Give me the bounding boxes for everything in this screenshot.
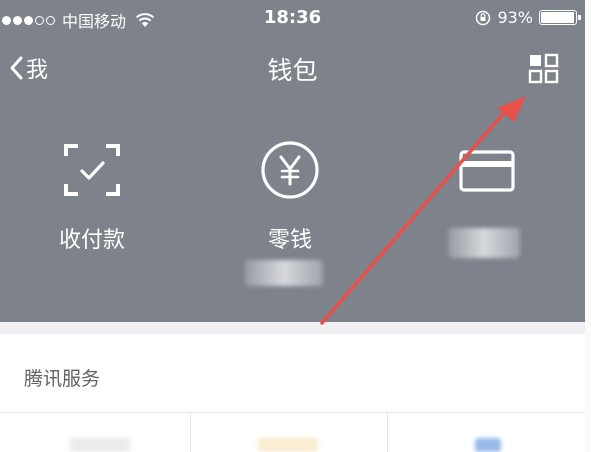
action-label: 收付款 <box>58 228 125 253</box>
scan-check-icon <box>64 144 120 196</box>
battery-level <box>541 12 575 23</box>
grid-divider <box>387 413 388 452</box>
battery-percent: 93% <box>497 8 533 27</box>
action-label: 零钱 <box>267 228 312 253</box>
section-title: 腾讯服务 <box>24 368 101 390</box>
divider <box>0 412 585 413</box>
battery-icon <box>539 10 581 25</box>
page-title: 钱包 <box>267 56 318 85</box>
action-change[interactable]: 零钱 <box>200 140 380 280</box>
tencent-services-card: 腾讯服务 <box>0 334 585 452</box>
action-bank-card[interactable] <box>397 140 577 280</box>
service-item-placeholder[interactable] <box>258 438 318 452</box>
wallet-screen: 中国移动 18:36 93% 我 钱包 收付款 零钱 腾讯服务 <box>0 0 585 452</box>
section-gap <box>0 322 585 334</box>
service-item-placeholder[interactable] <box>70 438 130 452</box>
action-receive-pay[interactable]: 收付款 <box>2 140 182 280</box>
grid-icon[interactable] <box>528 53 560 85</box>
bank-card-icon <box>459 150 515 192</box>
status-right: 93% <box>475 8 581 27</box>
service-item-placeholder[interactable] <box>475 438 501 452</box>
screen-edge <box>585 0 591 452</box>
nav-bar: 我 钱包 <box>0 44 585 92</box>
status-bar: 中国移动 18:36 93% <box>0 0 585 36</box>
rotation-lock-icon <box>476 10 491 25</box>
redacted-balance <box>245 260 323 286</box>
redacted-label <box>448 228 520 258</box>
wallet-actions: 收付款 零钱 <box>0 140 585 286</box>
grid-divider <box>190 413 191 452</box>
yuan-circle-icon <box>261 141 319 199</box>
